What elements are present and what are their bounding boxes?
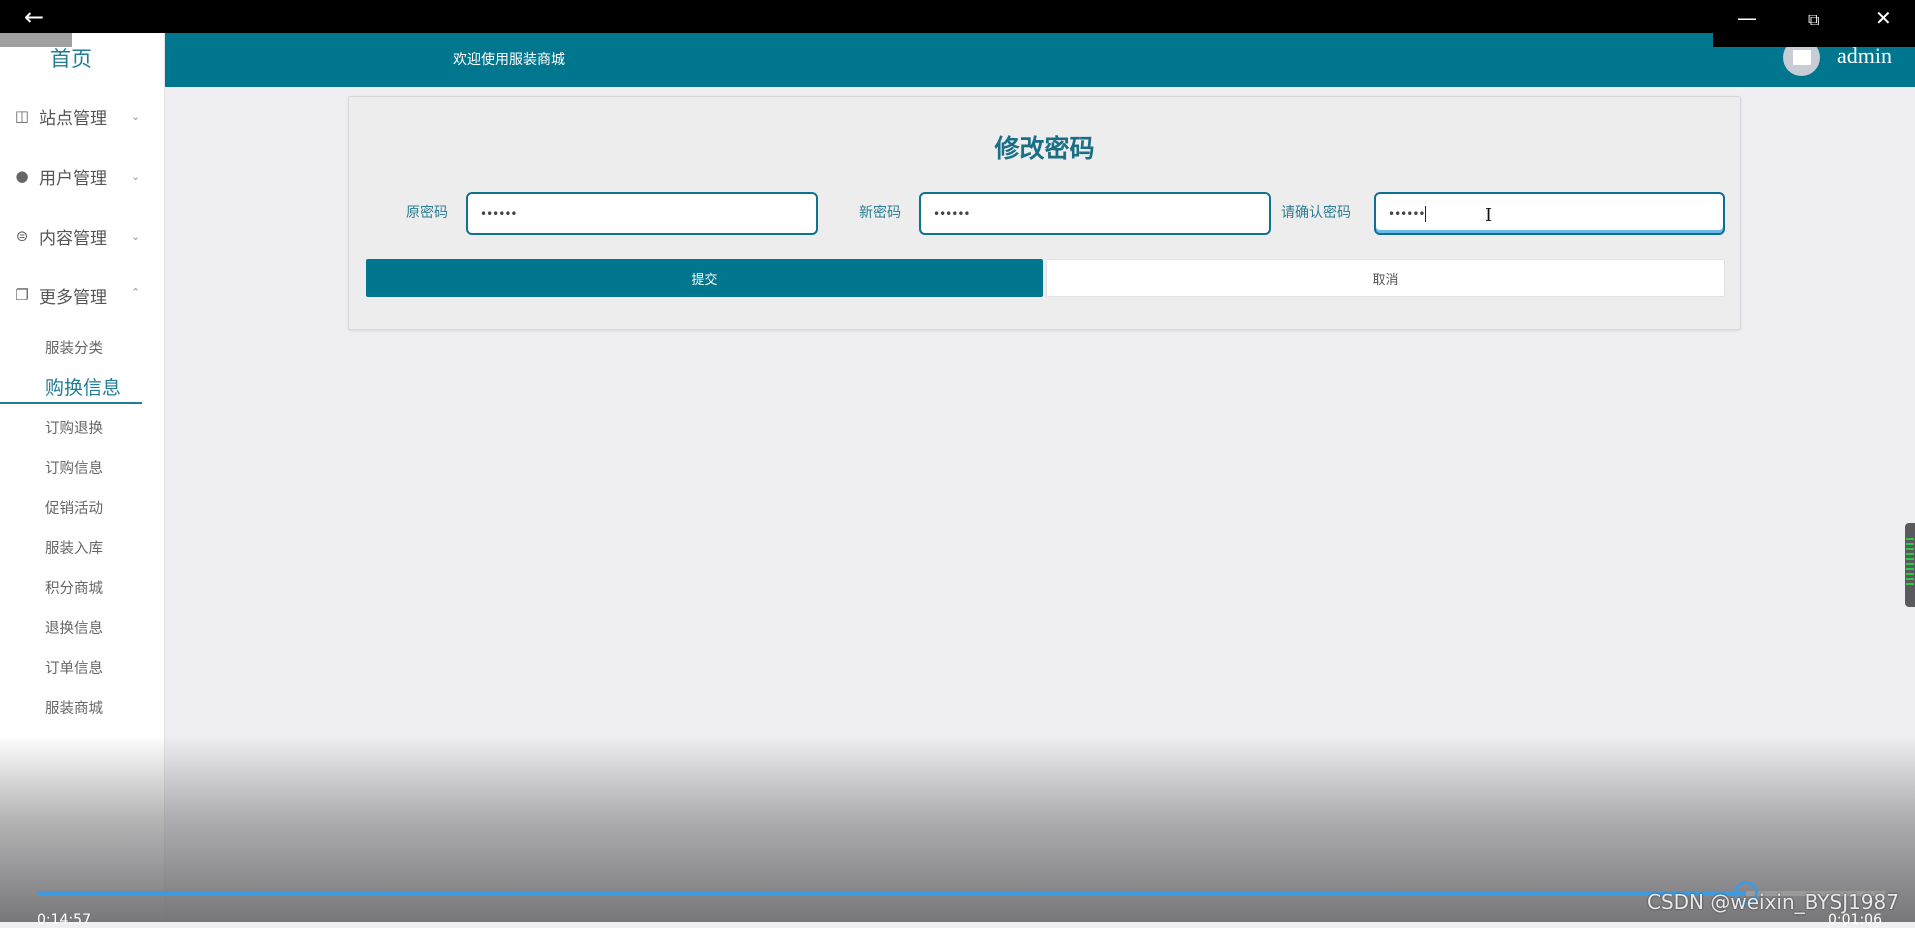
input-value: •••••• (933, 206, 970, 221)
volume-scroll-widget[interactable] (1905, 523, 1915, 607)
elapsed-time: 0:14:57 (37, 912, 91, 928)
progress-fill[interactable] (37, 891, 1747, 896)
sidebar-subitem[interactable]: 积分商城 (45, 577, 103, 598)
easel-icon: ◫ (14, 107, 30, 125)
restore-icon[interactable]: ⧉ (1808, 10, 1819, 30)
confirm-password-label: 请确认密码 (1281, 205, 1351, 221)
menu-label: 站点管理 (39, 108, 107, 129)
copy-icon: ❐ (15, 286, 29, 304)
sidebar-subitem[interactable]: 退换信息 (45, 617, 103, 638)
change-password-card: 修改密码 原密码 •••••• 新密码 •••••• 请确认密码 •••••• … (348, 96, 1741, 330)
input-value: •••••• (480, 206, 517, 221)
sidebar-subitem-active[interactable]: 购换信息 (45, 373, 121, 400)
menu-label: 内容管理 (39, 228, 107, 249)
confirm-password-input[interactable]: •••••• (1374, 192, 1725, 235)
sidebar-menu-user[interactable]: ● 用户管理 ⌄ (0, 161, 160, 191)
user-icon: ● (15, 167, 29, 185)
new-password-label: 新密码 (859, 205, 901, 221)
tab-indicator (0, 33, 72, 47)
chevron-down-icon: ⌄ (131, 109, 141, 123)
chevron-down-icon: ⌄ (131, 229, 141, 243)
text-caret (1425, 205, 1427, 222)
submit-button[interactable]: 提交 (366, 259, 1043, 297)
chevron-down-icon: ⌄ (131, 169, 141, 183)
sidebar-subitem[interactable]: 订单信息 (45, 657, 103, 678)
window-titlebar (0, 0, 1915, 33)
sidebar-menu-more[interactable]: ❐ 更多管理 ⌃ (0, 280, 160, 310)
new-password-input[interactable]: •••••• (919, 192, 1271, 235)
arrow-left-icon[interactable]: ← (24, 5, 44, 29)
old-password-label: 原密码 (406, 205, 448, 221)
site-title: 欢迎使用服装商城 (453, 52, 565, 68)
active-underline (0, 402, 142, 404)
image-icon (1792, 50, 1811, 65)
sidebar-subitem[interactable]: 服装商城 (45, 697, 103, 718)
watermark: CSDN @weixin_BYSJ1987 (1646, 890, 1899, 914)
sidebar-subitem[interactable]: 服装入库 (45, 537, 103, 558)
text-cursor-icon: I (1485, 205, 1493, 226)
remaining-time: 0:01:06 (1828, 912, 1882, 928)
input-value: •••••• (1388, 206, 1425, 221)
minimize-icon[interactable]: — (1737, 8, 1757, 28)
top-header: 欢迎使用服装商城 admin (165, 33, 1915, 87)
menu-label: 用户管理 (39, 168, 107, 189)
sidebar-menu-content[interactable]: ⊜ 内容管理 ⌄ (0, 221, 160, 251)
cancel-button[interactable]: 取消 (1046, 259, 1725, 297)
chevron-up-icon: ⌃ (131, 286, 141, 299)
sidebar-subitem[interactable]: 促销活动 (45, 497, 103, 518)
sidebar-subitem[interactable]: 订购信息 (45, 457, 103, 478)
chat-icon: ⊜ (15, 227, 29, 245)
sidebar-home[interactable]: 首页 (0, 43, 142, 73)
sidebar-subitem[interactable]: 服装分类 (45, 337, 103, 358)
sidebar-menu-site[interactable]: ◫ 站点管理 ⌄ (0, 101, 160, 131)
old-password-input[interactable]: •••••• (466, 192, 818, 235)
close-icon[interactable]: ✕ (1875, 8, 1892, 28)
menu-label: 更多管理 (39, 287, 107, 308)
page-title: 修改密码 (994, 134, 1095, 163)
sidebar-subitem[interactable]: 订购退换 (45, 417, 103, 438)
